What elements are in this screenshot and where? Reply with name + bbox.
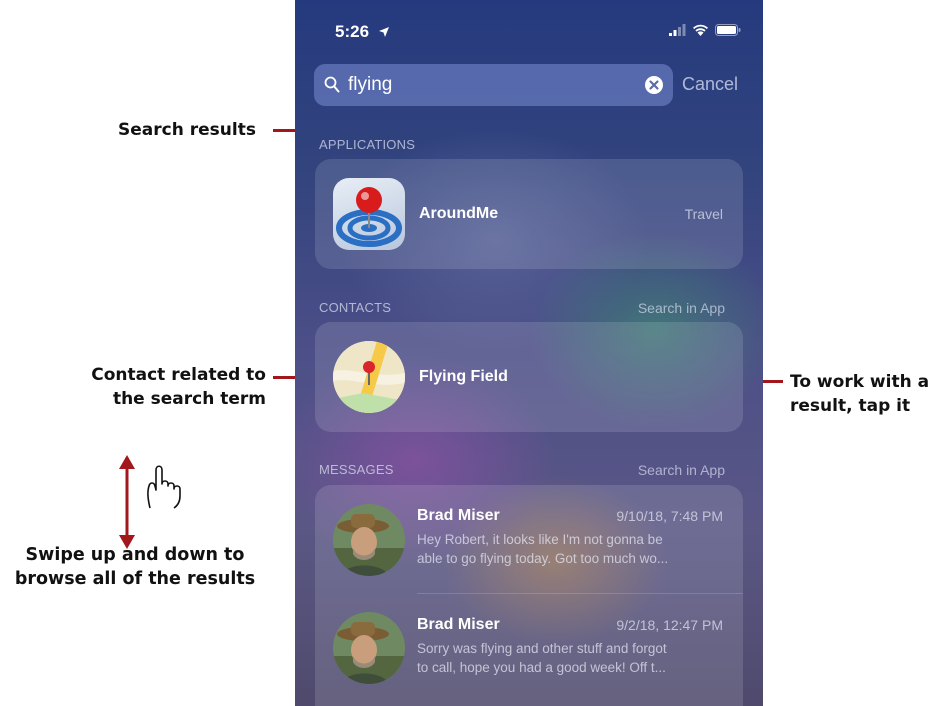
callout-tap-line2: result, tap it [790,396,911,416]
search-input[interactable] [348,72,638,98]
callout-tap-result: To work with a result, tap it [790,370,929,418]
signal-icon [669,24,686,36]
contacts-search-in-app-link[interactable]: Search in App [638,300,725,316]
message-preview-line2: able to go flying today. Got too much wo… [417,551,669,566]
message-date: 9/10/18, 7:48 PM [616,508,723,524]
callout-contact-line1: Contact related to [91,365,266,385]
app-name: AroundMe [419,205,499,222]
message-result-1[interactable]: Brad Miser 9/10/18, 7:48 PM Hey Robert, … [315,485,743,593]
callout-tap-line1: To work with a [790,372,930,392]
message-result-2[interactable]: Brad Miser 9/2/18, 12:47 PM Sorry was fl… [315,594,743,704]
battery-icon [715,24,741,36]
callout-contact-related: Contact related to the search term [91,363,266,411]
cancel-button[interactable]: Cancel [682,74,738,95]
up-down-arrow-icon [119,455,135,549]
search-icon [324,76,340,93]
search-bar[interactable] [314,64,673,106]
callout-contact-line2: the search term [112,389,266,409]
contact-photo-avatar [333,504,405,576]
contact-photo-avatar [333,612,405,684]
phone-screen: 5:26 flying Cancel APPLICATIONS AroundMe… [295,0,763,706]
messages-card: Brad Miser 9/10/18, 7:48 PM Hey Robert, … [315,485,743,706]
callout-search-results: Search results [118,120,256,140]
message-preview: Sorry was flying and other stuff and for… [417,639,733,677]
status-time: 5:26 [335,22,370,41]
aroundme-app-icon [333,178,405,250]
message-preview-line2: to call, hope you had a good week! Off t… [417,660,666,675]
callout-swipe: Swipe up and down to browse all of the r… [0,543,270,591]
status-icons [669,24,741,36]
message-sender: Brad Miser [417,507,500,524]
clear-text-icon[interactable] [645,76,663,94]
location-arrow-icon [379,27,389,37]
messages-search-in-app-link[interactable]: Search in App [638,462,725,478]
message-sender: Brad Miser [417,616,500,633]
message-date: 9/2/18, 12:47 PM [616,617,723,633]
wifi-icon [693,24,708,36]
status-bar: 5:26 [295,0,763,60]
callout-swipe-line1: Swipe up and down to [25,545,245,565]
section-header-applications: APPLICATIONS [319,137,416,152]
contact-name: Flying Field [419,368,508,385]
message-preview-line1: Sorry was flying and other stuff and for… [417,641,667,656]
map-pin-avatar [333,341,405,413]
callout-swipe-line2: browse all of the results [14,569,256,589]
app-result-aroundme[interactable]: AroundMe Travel [315,159,743,269]
contact-result-flying-field[interactable]: Flying Field [315,322,743,432]
message-preview-line1: Hey Robert, it looks like I'm not gonna … [417,532,663,547]
message-preview: Hey Robert, it looks like I'm not gonna … [417,530,733,568]
section-header-messages: MESSAGES [319,462,394,477]
pointing-hand-icon [147,465,181,509]
app-category: Travel [684,206,723,222]
section-header-contacts: CONTACTS [319,300,392,315]
